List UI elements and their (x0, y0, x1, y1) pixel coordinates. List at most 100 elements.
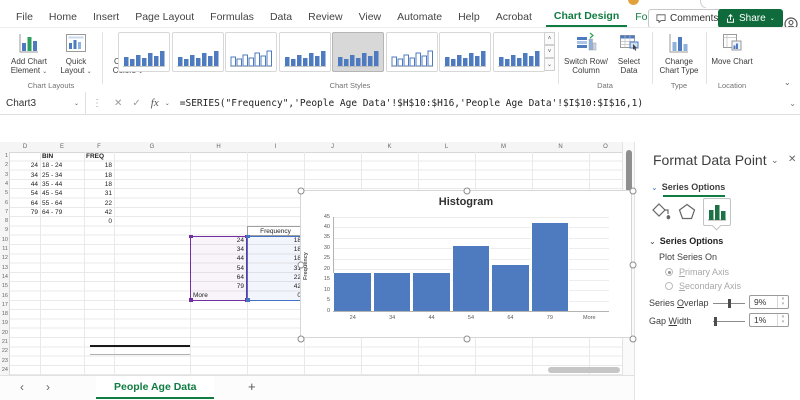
helper-bin-cell[interactable]: More (191, 291, 246, 300)
grid-cell-D4[interactable]: 44 (10, 180, 40, 189)
column-header-G[interactable]: G (114, 142, 190, 152)
series-overlap-value[interactable]: 9% (754, 297, 766, 307)
menu-tab-chart-design[interactable]: Chart Design (546, 8, 627, 27)
chart-object[interactable]: Histogram Frequency 05101520253035404524… (300, 190, 632, 338)
gallery-down-button[interactable]: ˅ (544, 45, 555, 58)
helper-freq-cell[interactable]: 22 (248, 273, 303, 282)
gap-width-spinner[interactable]: 1% ˄˅ (749, 313, 789, 327)
chart-bar[interactable] (531, 223, 570, 311)
add-sheet-button[interactable]: + (248, 379, 256, 394)
spinner-arrows[interactable]: ˄˅ (777, 314, 788, 326)
grid-cell-D2[interactable]: 24 (10, 161, 40, 170)
row-header-17[interactable]: 17 (0, 301, 8, 310)
menu-tab-help[interactable]: Help (450, 9, 488, 26)
menu-tab-review[interactable]: Review (300, 9, 350, 26)
chart-selection-handle[interactable] (464, 188, 471, 195)
row-header-22[interactable]: 22 (0, 347, 8, 356)
chart-selection-handle[interactable] (630, 262, 637, 269)
helper-bin-cell[interactable]: 54 (191, 264, 246, 273)
helper-bin-cell[interactable]: 79 (191, 282, 246, 291)
effects-icon[interactable] (678, 203, 696, 220)
row-header-16[interactable]: 16 (0, 292, 8, 301)
menu-tab-page-layout[interactable]: Page Layout (127, 9, 202, 26)
range-fill-handle[interactable] (246, 235, 250, 239)
pane-chevron-down-icon[interactable]: ⌄ (771, 155, 779, 166)
chart-bar[interactable] (412, 273, 451, 311)
grid-cell-F4[interactable]: 18 (84, 180, 114, 189)
collapse-ribbon-icon[interactable]: ⌄ (784, 78, 791, 87)
formula-input[interactable]: =SERIES("Frequency",'People Age Data'!$H… (180, 98, 643, 109)
row-header-6[interactable]: 6 (0, 199, 8, 208)
grid-cell-E1[interactable]: BIN (40, 152, 84, 161)
menu-tab-view[interactable]: View (351, 9, 390, 26)
category-range-highlight[interactable]: 243444546479More (190, 236, 247, 301)
grid-cell-F1[interactable]: FREQ (84, 152, 114, 161)
slider-thumb[interactable] (728, 299, 731, 308)
row-header-7[interactable]: 7 (0, 208, 8, 217)
menu-tab-acrobat[interactable]: Acrobat (488, 9, 540, 26)
move-chart-button[interactable]: Move Chart (710, 31, 754, 66)
helper-freq-cell[interactable]: 42 (248, 282, 303, 291)
gap-width-slider[interactable] (713, 321, 745, 322)
grid-cell-D6[interactable]: 64 (10, 199, 40, 208)
helper-bin-cell[interactable]: 34 (191, 245, 246, 254)
chart-style-thumbnail[interactable] (118, 32, 170, 72)
column-header-O[interactable]: O (589, 142, 622, 152)
helper-bin-cell[interactable]: 24 (191, 236, 246, 245)
series-overlap-slider[interactable] (713, 303, 745, 304)
helper-freq-cell[interactable]: 18 (248, 245, 303, 254)
helper-freq-cell[interactable]: 0 (248, 291, 303, 300)
row-header-15[interactable]: 15 (0, 282, 8, 291)
chart-selection-handle[interactable] (630, 188, 637, 195)
grid-cell-E6[interactable]: 55 - 64 (40, 199, 84, 208)
row-header-19[interactable]: 19 (0, 319, 8, 328)
sheet-nav-right-icon[interactable]: › (46, 380, 50, 394)
column-header-M[interactable]: M (475, 142, 532, 152)
grid-cell-E3[interactable]: 25 - 34 (40, 171, 84, 180)
chart-style-thumbnail[interactable] (279, 32, 331, 72)
sheet-tab-people-age-data[interactable]: People Age Data (96, 376, 214, 399)
quick-layout-button[interactable]: Quick Layout ⌄ (54, 31, 98, 76)
grid-cell-D5[interactable]: 54 (10, 189, 40, 198)
chart-style-thumbnail[interactable] (172, 32, 224, 72)
row-header-23[interactable]: 23 (0, 357, 8, 366)
row-header-4[interactable]: 4 (0, 180, 8, 189)
column-header-I[interactable]: I (247, 142, 304, 152)
grid-cell-F5[interactable]: 31 (84, 189, 114, 198)
grid-cell-F8[interactable]: 0 (84, 217, 114, 226)
fill-line-icon[interactable] (651, 202, 671, 220)
column-header-N[interactable]: N (532, 142, 589, 152)
column-header-L[interactable]: L (418, 142, 475, 152)
row-header-2[interactable]: 2 (0, 161, 8, 170)
row-header-14[interactable]: 14 (0, 273, 8, 282)
sheet-nav-left-icon[interactable]: ‹ (20, 380, 24, 394)
row-header-18[interactable]: 18 (0, 310, 8, 319)
grid-cell-F3[interactable]: 18 (84, 171, 114, 180)
row-header-9[interactable]: 9 (0, 226, 8, 235)
change-chart-type-button[interactable]: Change Chart Type (656, 31, 702, 75)
chart-style-thumbnail[interactable] (439, 32, 491, 72)
chart-selection-handle[interactable] (298, 336, 305, 343)
range-fill-handle[interactable] (189, 298, 193, 302)
menu-tab-automate[interactable]: Automate (389, 9, 450, 26)
helper-freq-cell[interactable]: 31 (248, 264, 303, 273)
spinner-arrows[interactable]: ˄˅ (777, 296, 788, 308)
row-header-3[interactable]: 3 (0, 171, 8, 180)
menu-tab-insert[interactable]: Insert (85, 9, 127, 26)
insert-function-icon[interactable]: fx (145, 97, 165, 109)
column-header-D[interactable]: D (10, 142, 40, 152)
grid-cell-E5[interactable]: 45 - 54 (40, 189, 84, 198)
chart-selection-handle[interactable] (630, 336, 637, 343)
gap-width-value[interactable]: 1% (754, 315, 766, 325)
column-header-F[interactable]: F (84, 142, 114, 152)
menu-tab-data[interactable]: Data (262, 9, 300, 26)
helper-freq-cell[interactable]: 18 (248, 236, 303, 245)
row-header-10[interactable]: 10 (0, 236, 8, 245)
column-header-E[interactable]: E (40, 142, 84, 152)
row-header-12[interactable]: 12 (0, 254, 8, 263)
share-button[interactable]: Share ⌄ (718, 9, 783, 28)
chart-bar[interactable] (452, 246, 491, 311)
chart-bar[interactable] (333, 273, 372, 311)
grid-cell-F2[interactable]: 18 (84, 161, 114, 170)
column-header-H[interactable]: H (190, 142, 247, 152)
